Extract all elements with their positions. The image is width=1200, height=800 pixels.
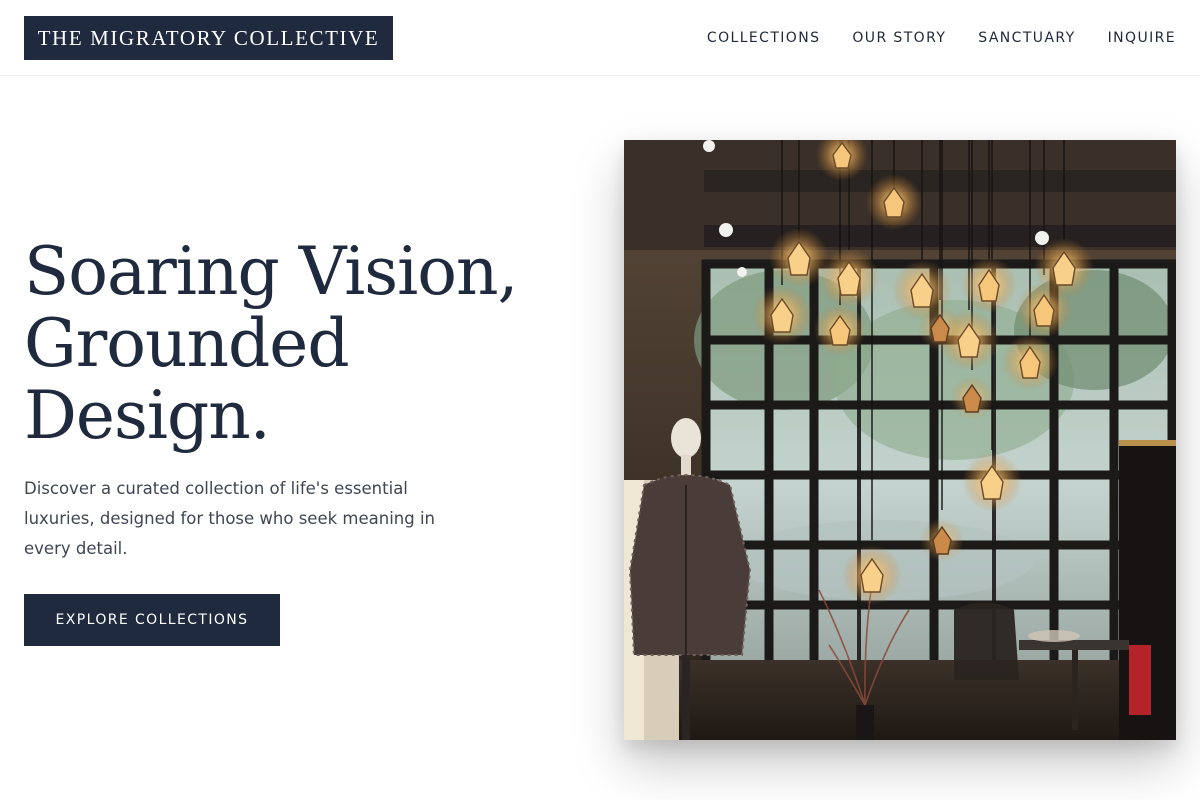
explore-collections-button[interactable]: EXPLORE COLLECTIONS: [24, 594, 280, 646]
site-logo[interactable]: THE MIGRATORY COLLECTIVE: [24, 16, 393, 60]
hero-title: Soaring Vision, Grounded Design.: [24, 236, 564, 452]
hero-title-line: Grounded: [24, 305, 350, 382]
nav-item-our-story[interactable]: OUR STORY: [852, 30, 946, 46]
nav-item-inquire[interactable]: INQUIRE: [1108, 30, 1176, 46]
site-header: THE MIGRATORY COLLECTIVE COLLECTIONS OUR…: [0, 0, 1200, 76]
nav-item-sanctuary[interactable]: SANCTUARY: [978, 30, 1075, 46]
nav-item-collections[interactable]: COLLECTIONS: [707, 30, 820, 46]
hero-image: [624, 140, 1176, 740]
main-nav: COLLECTIONS OUR STORY SANCTUARY INQUIRE: [707, 27, 1176, 49]
boutique-interior-illustration: [624, 140, 1176, 740]
hero-title-line: Soaring Vision,: [24, 233, 519, 310]
hero-title-line: Design.: [24, 377, 271, 454]
hero-description: Discover a curated collection of life's …: [24, 479, 436, 558]
